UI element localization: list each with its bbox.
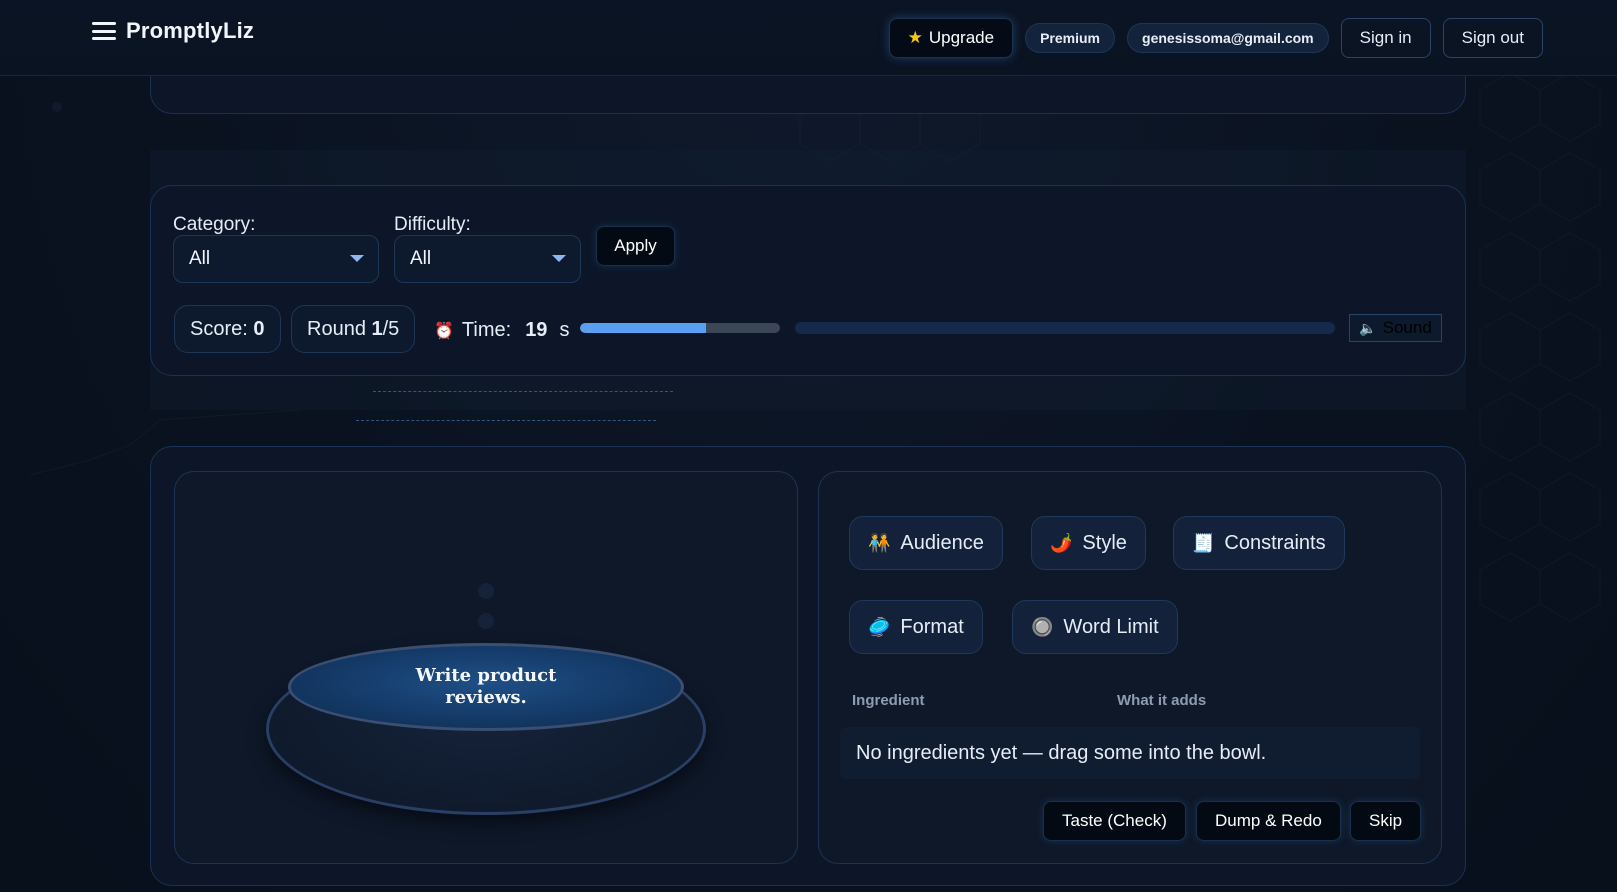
chip-label: Style [1082, 531, 1127, 554]
plan-badge: Premium [1025, 23, 1116, 53]
sound-label: Sound [1382, 318, 1432, 337]
chili-icon: 🌶️ [1050, 532, 1073, 553]
chip-label: Constraints [1224, 531, 1326, 554]
sign-out-button[interactable]: Sign out [1442, 18, 1543, 58]
brand-name[interactable]: PromptlyLiz [126, 18, 254, 44]
score-display: Score: 0 [174, 305, 281, 353]
previous-panel-edge [150, 70, 1466, 114]
ingredients-empty-state: No ingredients yet — drag some into the … [840, 727, 1420, 779]
chevron-down-icon [552, 255, 566, 262]
steam-dot [478, 613, 494, 629]
top-navbar: PromptlyLiz ★ Upgrade Premium genesissom… [0, 0, 1617, 76]
chevron-down-icon [350, 255, 364, 262]
column-header-ingredient: Ingredient [852, 692, 925, 709]
ingredient-chip-word-limit[interactable]: 🔘 Word Limit [1012, 600, 1178, 654]
star-icon: ★ [907, 28, 923, 47]
skip-button[interactable]: Skip [1350, 801, 1422, 841]
alarm-clock-icon: ⏰ [434, 322, 454, 340]
chip-label: Format [900, 615, 964, 638]
column-header-what-it-adds: What it adds [1117, 692, 1207, 709]
menu-icon[interactable] [92, 22, 116, 40]
task-prompt: Write product reviews. [415, 665, 557, 708]
decor-dash [373, 391, 673, 392]
brand: PromptlyLiz [92, 18, 254, 44]
people-icon: 🧑‍🤝‍🧑 [868, 532, 891, 553]
ingredient-chip-format[interactable]: 🥏 Format [849, 600, 983, 654]
round-progress-bar [795, 322, 1335, 334]
format-icon: 🥏 [868, 616, 891, 637]
round-current: 1 [371, 317, 383, 340]
steam-dot [478, 583, 494, 599]
chip-label: Word Limit [1063, 615, 1159, 638]
difficulty-value: All [410, 248, 432, 269]
time-unit: s [559, 319, 570, 341]
upgrade-label: Upgrade [928, 28, 995, 47]
ingredient-chip-constraints[interactable]: 🧾 Constraints [1173, 516, 1345, 570]
category-value: All [189, 248, 211, 269]
taste-check-button[interactable]: Taste (Check) [1043, 801, 1186, 841]
decor-dash [356, 420, 656, 421]
receipt-icon: 🧾 [1192, 532, 1215, 553]
time-progress-bar [580, 323, 780, 333]
category-select[interactable]: All [173, 235, 379, 283]
bowl-rim: Write product reviews. [288, 643, 684, 731]
counter-icon: 🔘 [1031, 616, 1054, 637]
difficulty-select[interactable]: All [394, 235, 581, 283]
difficulty-label: Difficulty: [394, 214, 471, 235]
time-progress-fill [580, 323, 706, 333]
ingredient-chip-style[interactable]: 🌶️ Style [1031, 516, 1146, 570]
round-display: Round 1/5 [291, 305, 416, 353]
chip-label: Audience [900, 531, 984, 554]
round-total: /5 [382, 317, 400, 340]
round-label: Round [307, 317, 366, 340]
score-label: Score: [190, 317, 248, 340]
time-value: 19 [525, 319, 548, 341]
sound-toggle[interactable]: 🔈 Sound [1349, 314, 1442, 342]
user-email: genesissoma@gmail.com [1127, 23, 1329, 53]
speaker-icon: 🔈 [1359, 319, 1377, 336]
category-label: Category: [173, 214, 256, 235]
timer: ⏰ Time: 19 s [434, 319, 569, 342]
ingredient-chip-audience[interactable]: 🧑‍🤝‍🧑 Audience [849, 516, 1003, 570]
nav-actions: ★ Upgrade Premium genesissoma@gmail.com … [888, 18, 1543, 58]
sign-in-button[interactable]: Sign in [1340, 18, 1431, 58]
score-value: 0 [253, 317, 265, 340]
upgrade-button[interactable]: ★ Upgrade [888, 18, 1014, 58]
time-label: Time: [461, 319, 512, 341]
dump-redo-button[interactable]: Dump & Redo [1196, 801, 1341, 841]
apply-button[interactable]: Apply [596, 226, 675, 266]
